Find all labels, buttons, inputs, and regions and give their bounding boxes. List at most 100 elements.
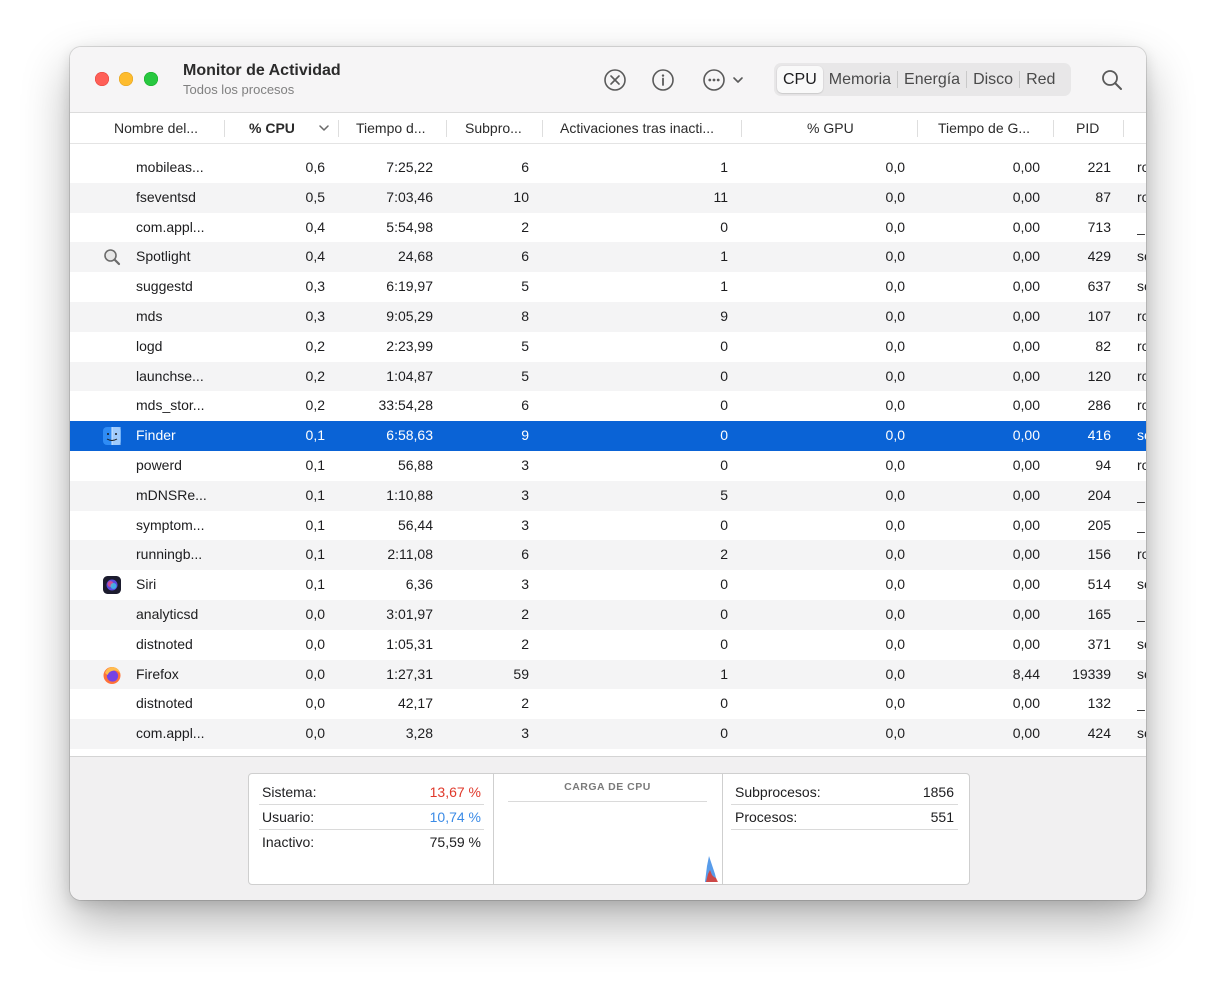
cpu-time-cell: 3:01,97 bbox=[386, 605, 433, 622]
cpu-percent-cell: 0,1 bbox=[305, 516, 325, 533]
table-row[interactable]: launchse... 0,2 1:04,87 5 0 0,0 0,00 120 ro bbox=[70, 361, 1146, 392]
siri-icon bbox=[102, 575, 122, 595]
cpu-time-cell: 7:25,22 bbox=[386, 159, 433, 175]
gpu-time-cell: 0,00 bbox=[1012, 367, 1040, 384]
user-cell: ro bbox=[1137, 307, 1146, 324]
column-header-pid[interactable]: PID bbox=[1076, 113, 1099, 143]
cpu-time-cell: 24,68 bbox=[397, 248, 433, 265]
idle-wakeups-cell: 0 bbox=[720, 516, 728, 533]
close-window-button[interactable] bbox=[95, 72, 109, 86]
thread-count-cell: 3 bbox=[521, 486, 529, 503]
cpu-percent-cell: 0,2 bbox=[305, 337, 325, 354]
process-name-cell: runningb... bbox=[136, 546, 203, 563]
process-name-cell: suggestd bbox=[136, 278, 193, 295]
gpu-time-cell: 0,00 bbox=[1012, 695, 1040, 712]
tab-cpu[interactable]: CPU bbox=[777, 66, 823, 93]
pid-cell: 87 bbox=[1095, 188, 1111, 205]
idle-wakeups-cell: 0 bbox=[720, 695, 728, 712]
table-row[interactable]: distnoted 0,0 42,17 2 0 0,0 0,00 132 _ bbox=[70, 689, 1146, 719]
info-icon[interactable] bbox=[650, 67, 676, 93]
table-row[interactable]: Firefox 0,0 1:27,31 59 1 0,0 8,44 19339 se bbox=[70, 659, 1146, 690]
table-row[interactable]: com.appl... 0,0 3,28 3 0 0,0 0,00 424 se bbox=[70, 719, 1146, 749]
gpu-percent-cell: 0,0 bbox=[885, 278, 905, 295]
minimize-window-button[interactable] bbox=[119, 72, 133, 86]
column-header-gpu[interactable]: % GPU bbox=[807, 113, 854, 143]
gpu-time-cell: 0,00 bbox=[1012, 307, 1040, 324]
stats-divider bbox=[493, 774, 494, 884]
table-row[interactable]: suggestd 0,3 6:19,97 5 1 0,0 0,00 637 se bbox=[70, 272, 1146, 302]
user-cell: ro bbox=[1137, 456, 1146, 473]
table-row[interactable]: mobileas... 0,6 7:25,22 6 1 0,0 0,00 221 ro bbox=[70, 153, 1146, 183]
idle-wakeups-cell: 1 bbox=[720, 159, 728, 175]
table-row[interactable]: symptom... 0,1 56,44 3 0 0,0 0,00 205 _ bbox=[70, 511, 1146, 541]
pid-cell: 371 bbox=[1087, 635, 1111, 652]
column-header-threads[interactable]: Subpro... bbox=[465, 113, 522, 143]
column-divider bbox=[542, 120, 543, 137]
cpu-time-cell: 33:54,28 bbox=[378, 397, 434, 414]
cpu-load-title: CARGA DE CPU bbox=[564, 781, 651, 793]
cpu-time-cell: 1:10,88 bbox=[386, 486, 433, 503]
column-header-time[interactable]: Tiempo d... bbox=[356, 113, 426, 143]
more-options-icon[interactable] bbox=[701, 67, 747, 93]
stat-divider bbox=[731, 829, 958, 830]
user-cell: ro bbox=[1137, 188, 1146, 205]
zoom-window-button[interactable] bbox=[144, 72, 158, 86]
cpu-percent-cell: 0,4 bbox=[305, 248, 325, 265]
column-header-cpu[interactable]: % CPU bbox=[249, 113, 295, 143]
gpu-percent-cell: 0,0 bbox=[885, 605, 905, 622]
gpu-time-cell: 0,00 bbox=[1012, 188, 1040, 205]
idle-wakeups-cell: 2 bbox=[720, 546, 728, 563]
gpu-percent-cell: 0,0 bbox=[885, 188, 905, 205]
pid-cell: 107 bbox=[1087, 307, 1111, 324]
tab-memoria[interactable]: Memoria bbox=[823, 66, 897, 93]
thread-count-cell: 5 bbox=[521, 367, 529, 384]
gpu-percent-cell: 0,0 bbox=[885, 576, 905, 593]
table-row[interactable]: com.appl... 0,4 5:54,98 2 0 0,0 0,00 713 _ bbox=[70, 213, 1146, 243]
column-header-idle-wakeups[interactable]: Activaciones tras inacti... bbox=[560, 113, 714, 143]
table-row[interactable]: Finder 0,1 6:58,63 9 0 0,0 0,00 416 se bbox=[70, 421, 1146, 451]
table-row[interactable]: mds_stor... 0,2 33:54,28 6 0 0,0 0,00 286 ro bbox=[70, 391, 1146, 421]
column-divider bbox=[917, 120, 918, 137]
table-row[interactable]: mds 0,3 9:05,29 8 9 0,0 0,00 107 ro bbox=[70, 301, 1146, 332]
column-header-name[interactable]: Nombre del... bbox=[114, 113, 198, 143]
stop-process-icon[interactable] bbox=[602, 67, 628, 93]
tab-red[interactable]: Red bbox=[1020, 66, 1061, 93]
pid-cell: 120 bbox=[1087, 367, 1111, 384]
table-row[interactable]: Siri 0,1 6,36 3 0 0,0 0,00 514 se bbox=[70, 570, 1146, 600]
subprocesos-value: 1856 bbox=[922, 784, 954, 800]
cpu-time-cell: 9:05,29 bbox=[386, 307, 433, 324]
gpu-percent-cell: 0,0 bbox=[885, 546, 905, 563]
column-divider bbox=[1053, 120, 1054, 137]
gpu-time-cell: 0,00 bbox=[1012, 725, 1040, 742]
idle-wakeups-cell: 0 bbox=[720, 635, 728, 652]
gpu-percent-cell: 0,0 bbox=[885, 695, 905, 712]
tab-energia[interactable]: Energía bbox=[898, 66, 966, 93]
sort-chevron-down-icon[interactable] bbox=[318, 121, 330, 140]
cpu-percent-cell: 0,0 bbox=[305, 635, 325, 652]
search-icon[interactable] bbox=[1099, 67, 1125, 93]
table-row[interactable]: runningb... 0,1 2:11,08 6 2 0,0 0,00 156 ro bbox=[70, 540, 1146, 571]
gpu-time-cell: 0,00 bbox=[1012, 337, 1040, 354]
table-row[interactable]: powerd 0,1 56,88 3 0 0,0 0,00 94 ro bbox=[70, 451, 1146, 481]
column-divider bbox=[224, 120, 225, 137]
process-name-cell: powerd bbox=[136, 456, 182, 473]
sistema-label: Sistema: bbox=[262, 784, 317, 800]
gpu-percent-cell: 0,0 bbox=[885, 427, 905, 444]
table-row[interactable]: logd 0,2 2:23,99 5 0 0,0 0,00 82 ro bbox=[70, 332, 1146, 362]
gpu-time-cell: 0,00 bbox=[1012, 456, 1040, 473]
table-row[interactable]: distnoted 0,0 1:05,31 2 0 0,0 0,00 371 se bbox=[70, 630, 1146, 660]
tab-disco[interactable]: Disco bbox=[967, 66, 1019, 93]
gpu-time-cell: 0,00 bbox=[1012, 635, 1040, 652]
pid-cell: 514 bbox=[1087, 576, 1111, 593]
firefox-icon bbox=[102, 665, 122, 685]
pid-cell: 429 bbox=[1087, 248, 1111, 265]
table-row[interactable]: fseventsd 0,5 7:03,46 10 11 0,0 0,00 87 ro bbox=[70, 182, 1146, 213]
process-name-cell: Spotlight bbox=[136, 248, 191, 265]
column-header-gpu-time[interactable]: Tiempo de G... bbox=[938, 113, 1030, 143]
user-cell: ro bbox=[1137, 397, 1146, 414]
tab-segmented-control: CPU Memoria Energía Disco Red bbox=[774, 63, 1071, 96]
table-row[interactable]: mDNSRe... 0,1 1:10,88 3 5 0,0 0,00 204 _ bbox=[70, 480, 1146, 511]
table-row[interactable]: Spotlight 0,4 24,68 6 1 0,0 0,00 429 se bbox=[70, 242, 1146, 273]
table-row[interactable]: analyticsd 0,0 3:01,97 2 0 0,0 0,00 165 _ bbox=[70, 599, 1146, 630]
process-name-cell: analyticsd bbox=[136, 605, 199, 622]
